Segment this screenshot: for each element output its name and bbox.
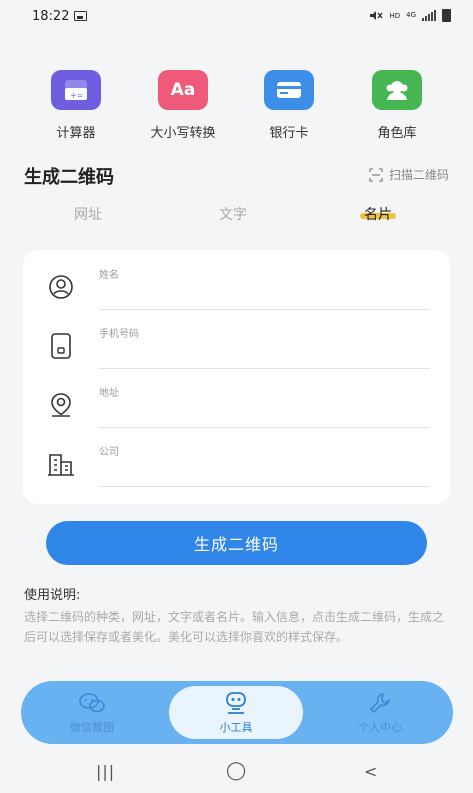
location-icon — [47, 392, 75, 418]
name-field: 姓名 — [23, 250, 450, 310]
bottom-nav: 微信截图 小工具 个人中心 — [21, 681, 453, 744]
address-input[interactable] — [99, 396, 430, 428]
status-time: 18:22 — [32, 9, 70, 24]
recent-apps-button[interactable]: ||| — [96, 762, 115, 781]
nav-tools[interactable]: 小工具 — [169, 686, 303, 739]
tool-bank-card[interactable]: 银行卡 — [239, 70, 339, 141]
address-field: 地址 — [23, 368, 450, 428]
tool-calculator[interactable]: += 计算器 — [26, 70, 126, 141]
usage-title: 使用说明: — [24, 588, 81, 603]
tool-label: 计算器 — [56, 126, 96, 141]
svg-text:+=: += — [70, 91, 83, 100]
case-convert-icon: Aa — [158, 70, 208, 110]
nav-chat-screenshot[interactable]: 微信截图 — [25, 681, 159, 744]
company-input[interactable] — [99, 455, 430, 487]
battery-icon — [442, 9, 451, 22]
nav-profile[interactable]: 个人中心 — [313, 681, 447, 744]
tools-row: += 计算器 Aa 大小写转换 银行卡 角色库 — [0, 70, 473, 141]
calculator-icon: += — [51, 70, 101, 110]
generate-qr-button[interactable]: 生成二维码 — [46, 521, 427, 565]
usage-text: 选择二维码的种类，网址，文字或者名片。输入信息，点击生成二维码，生成之后可以选择… — [24, 610, 445, 644]
phone-input[interactable] — [99, 337, 430, 369]
home-button[interactable]: ◯ — [226, 760, 246, 781]
bank-card-icon — [264, 70, 314, 110]
gallery-notification-icon — [74, 11, 87, 21]
nav-label: 微信截图 — [70, 721, 114, 734]
scan-qr-button[interactable]: 扫描二维码 — [369, 166, 449, 183]
tool-label: 银行卡 — [269, 126, 309, 141]
chat-screenshot-icon — [78, 691, 106, 715]
building-icon — [47, 451, 75, 477]
status-bar: 18:22 HD 4G — [0, 0, 473, 36]
network-type: 4G — [406, 11, 416, 19]
name-input[interactable] — [99, 278, 430, 310]
system-nav-bar: ||| ◯ < — [0, 752, 473, 793]
user-circle-icon — [47, 274, 75, 300]
business-card-form: 姓名 手机号码 地址 公司 — [23, 250, 450, 504]
tab-url[interactable]: 网址 — [74, 204, 102, 224]
back-button[interactable]: < — [364, 762, 377, 781]
tool-label: 角色库 — [377, 126, 417, 141]
section-title: 生成二维码 — [24, 167, 114, 188]
tool-role-library[interactable]: 角色库 — [347, 70, 447, 141]
phone-field: 手机号码 — [23, 309, 450, 369]
status-icons: HD 4G — [369, 9, 451, 22]
nav-label: 个人中心 — [358, 721, 402, 734]
qr-type-tabs: 网址 文字 名片 — [0, 204, 473, 230]
company-field: 公司 — [23, 427, 450, 487]
mute-icon — [370, 11, 383, 20]
phone-icon — [47, 333, 75, 359]
scan-icon — [369, 167, 383, 182]
scan-qr-label: 扫描二维码 — [388, 168, 449, 182]
case-convert-glyph: Aa — [170, 80, 196, 100]
role-library-icon — [372, 70, 422, 110]
signal-icon — [422, 10, 436, 21]
nav-label: 小工具 — [219, 721, 253, 734]
tool-case-convert[interactable]: Aa 大小写转换 — [133, 70, 233, 141]
robot-icon — [222, 691, 250, 715]
tab-business-card[interactable]: 名片 — [360, 204, 396, 224]
tool-label: 大小写转换 — [150, 126, 216, 141]
wrench-icon — [366, 691, 394, 715]
tab-text[interactable]: 文字 — [219, 204, 247, 224]
hd-indicator: HD — [389, 11, 401, 20]
